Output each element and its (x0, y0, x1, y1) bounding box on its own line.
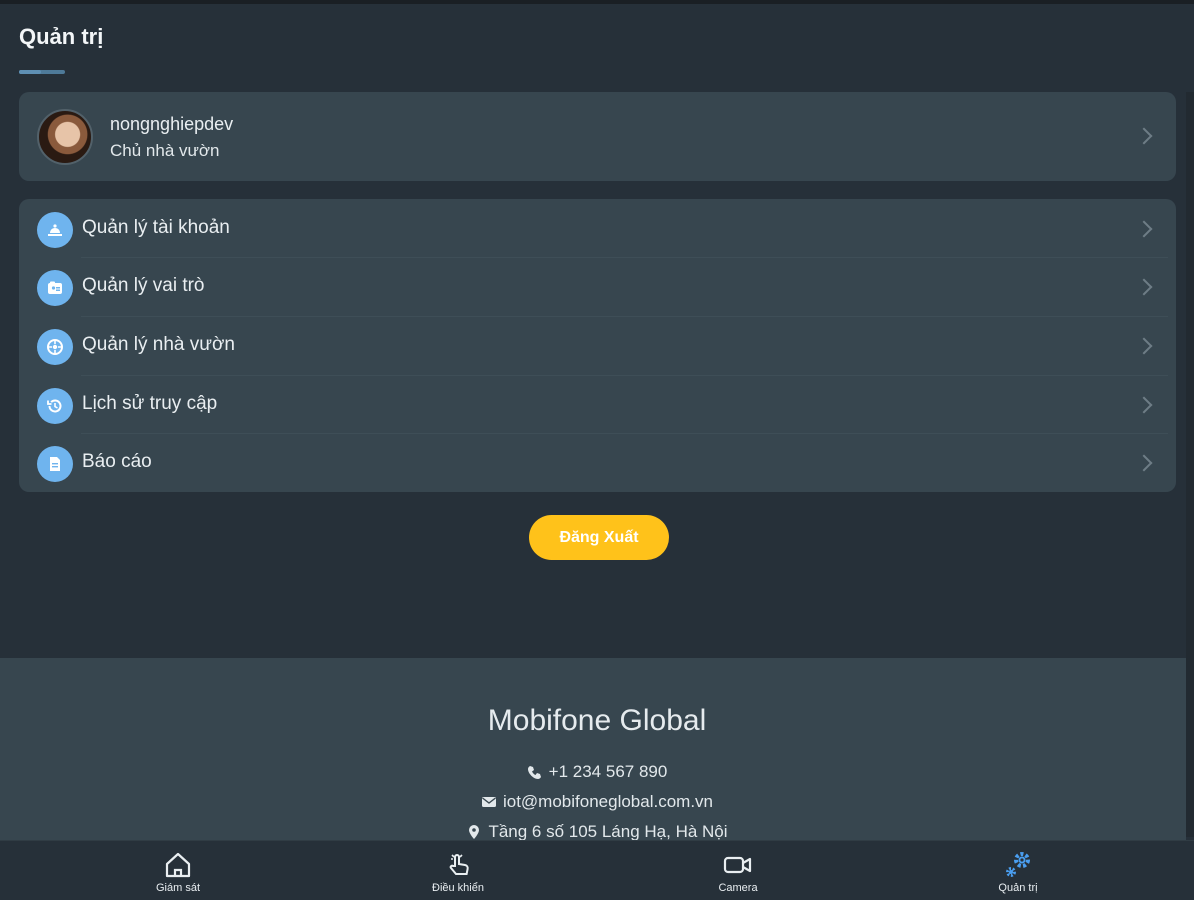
bottom-nav: Giám sát Điều khiển Camera Quản trị (0, 840, 1194, 900)
history-icon (37, 388, 73, 424)
footer-brand: Mobifone Global (487, 704, 707, 737)
menu-item-access-history[interactable]: Lịch sử truy cập (19, 375, 1176, 433)
footer-address-text: Tầng 6 số 105 Láng Hạ, Hà Nội (488, 822, 728, 841)
menu-item-garden-management[interactable]: Quản lý nhà vườn (19, 316, 1176, 374)
avatar (37, 109, 93, 165)
email-icon (481, 797, 496, 807)
nav-label: Giám sát (155, 882, 200, 894)
chevron-right-icon (1135, 278, 1153, 296)
admin-menu: Quản lý tài khoản Quản lý vai trò Quản l… (19, 199, 1176, 492)
nav-label: Điều khiển (432, 882, 484, 894)
footer-email-text: iot@mobifoneglobal.com.vn (502, 792, 714, 811)
account-icon (37, 212, 73, 248)
logout-button[interactable]: Đăng Xuất (529, 515, 669, 560)
footer: Mobifone Global +1 234 567 890 iot@mobif… (0, 658, 1186, 841)
footer-phone-text: +1 234 567 890 (548, 762, 668, 781)
menu-item-label: Lịch sử truy cập (82, 393, 218, 414)
footer-phone: +1 234 567 890 (0, 762, 1194, 782)
menu-item-label: Quản lý tài khoản (82, 217, 230, 238)
profile-username: nongnghiepdev (110, 114, 234, 134)
camera-icon (722, 849, 754, 881)
menu-item-role-management[interactable]: Quản lý vai trò (19, 257, 1176, 315)
chevron-right-icon (1135, 220, 1153, 238)
nav-tab-admin[interactable]: Quản trị (948, 841, 1088, 900)
chevron-right-icon (1135, 454, 1153, 472)
phone-icon (527, 766, 541, 779)
title-underline (19, 70, 65, 74)
settings-gears-icon (1002, 849, 1034, 881)
menu-item-account-management[interactable]: Quản lý tài khoản (19, 199, 1176, 257)
report-icon (37, 446, 73, 482)
chevron-right-icon (1135, 396, 1153, 414)
nav-tab-camera[interactable]: Camera (668, 841, 808, 900)
chevron-right-icon (1135, 337, 1153, 355)
footer-email: iot@mobifoneglobal.com.vn (0, 792, 1194, 812)
menu-item-label: Quản lý vai trò (82, 275, 205, 296)
profile-card[interactable]: nongnghiepdev Chủ nhà vườn (19, 92, 1176, 181)
hand-touch-icon (442, 849, 474, 881)
menu-item-reports[interactable]: Báo cáo (19, 433, 1176, 491)
page-title: Quản trị (19, 24, 104, 49)
nav-tab-control[interactable]: Điều khiển (388, 841, 528, 900)
nav-tab-monitoring[interactable]: Giám sát (108, 841, 248, 900)
location-pin-icon (469, 825, 480, 839)
role-icon (37, 270, 73, 306)
nav-label: Camera (718, 882, 758, 894)
home-icon (162, 849, 194, 881)
footer-address: Tầng 6 số 105 Láng Hạ, Hà Nội (0, 822, 1194, 842)
garden-icon (37, 329, 73, 365)
chevron-right-icon (1135, 127, 1153, 145)
menu-item-label: Báo cáo (82, 451, 152, 472)
menu-item-label: Quản lý nhà vườn (82, 334, 235, 355)
profile-role: Chủ nhà vườn (110, 141, 220, 160)
window-top-border (0, 0, 1194, 4)
nav-label: Quản trị (998, 882, 1038, 894)
